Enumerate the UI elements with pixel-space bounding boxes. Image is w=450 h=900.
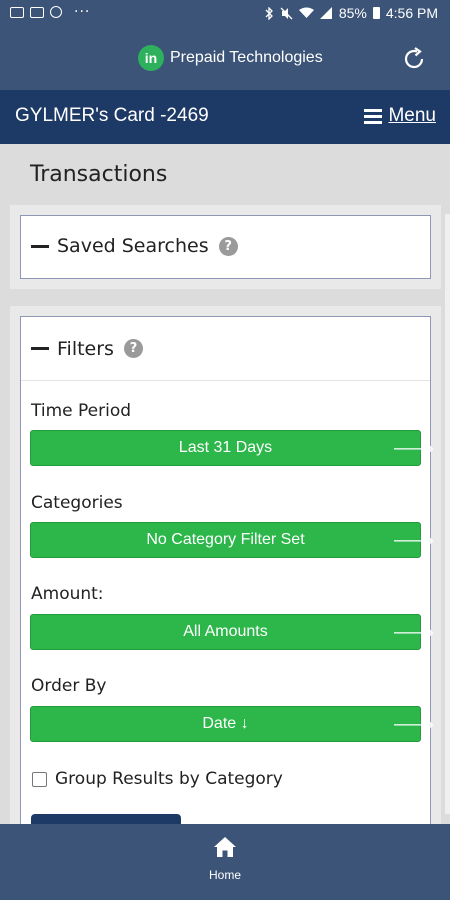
help-icon[interactable]: ? — [123, 339, 143, 358]
wifi-icon — [298, 7, 314, 18]
battery-percent: 85% — [338, 5, 367, 21]
filters-section: Filters ? Time Period Last 31 Days 🡒 Cat… — [10, 306, 441, 824]
saved-searches-panel: Saved Searches ? — [20, 215, 431, 279]
categories-value: No Category Filter Set — [146, 531, 305, 548]
help-icon[interactable]: ? — [218, 236, 238, 256]
group-results-label: Group Results by Category — [55, 769, 283, 789]
amount-value: All Amounts — [183, 623, 268, 640]
amount-button[interactable]: All Amounts 🡒 — [30, 614, 435, 650]
arrow-right-icon: 🡒 — [392, 624, 435, 642]
collapse-icon — [31, 244, 49, 248]
system-icons: 85% 4:56 PM — [265, 5, 438, 21]
refresh-icon[interactable] — [400, 45, 428, 73]
arrow-right-icon: 🡒 — [392, 440, 435, 458]
scroll-indicator — [445, 214, 450, 814]
bluetooth-icon — [265, 6, 273, 20]
filters-toggle[interactable]: Filters ? — [21, 317, 430, 380]
bottom-nav: Home — [0, 824, 450, 900]
menu-button[interactable]: Menu — [364, 105, 436, 127]
categories-label: Categories — [31, 493, 123, 513]
card-bar: GYLMER's Card -2469 Menu — [0, 90, 450, 144]
order-by-button[interactable]: Date ↓ 🡒 — [30, 706, 435, 742]
filters-panel: Filters ? Time Period Last 31 Days 🡒 Cat… — [20, 316, 435, 824]
arrow-right-icon: 🡒 — [392, 716, 435, 734]
time-period-label: Time Period — [31, 401, 132, 421]
page-title: Transactions — [30, 162, 168, 187]
signal-icon — [319, 7, 332, 19]
nav-home[interactable]: Home — [195, 836, 255, 882]
saved-searches-heading: Saved Searches — [57, 235, 209, 257]
home-icon — [214, 837, 236, 857]
order-by-value: Date ↓ — [202, 715, 249, 732]
saved-searches-toggle[interactable]: Saved Searches ? — [21, 216, 430, 276]
group-results-row[interactable]: Group Results by Category — [32, 769, 283, 789]
mute-icon — [280, 7, 293, 19]
brand-logo: in — [138, 45, 164, 71]
main-content: Transactions Saved Searches ? Filters ? … — [0, 144, 450, 824]
collapse-icon — [31, 347, 49, 350]
card-title: GYLMER's Card -2469 — [15, 105, 209, 126]
image-icon — [10, 6, 24, 18]
battery-icon — [372, 7, 380, 19]
brand: in Prepaid Technologies — [138, 45, 323, 71]
notification-icons: ··· — [10, 4, 91, 20]
group-results-checkbox[interactable] — [32, 771, 47, 787]
status-bar: ··· 85% 4:56 PM — [0, 0, 450, 28]
saved-searches-section: Saved Searches ? — [10, 205, 441, 289]
clock: 4:56 PM — [385, 5, 438, 21]
order-by-label: Order By — [31, 676, 107, 696]
brand-name: Prepaid Technologies — [170, 49, 323, 66]
arrow-right-icon: 🡒 — [392, 532, 435, 550]
overflow-dots: ··· — [74, 4, 91, 20]
hamburger-icon — [364, 108, 383, 124]
chat-icon — [50, 6, 62, 18]
filters-heading: Filters — [57, 337, 114, 360]
app-header: in Prepaid Technologies — [0, 28, 450, 90]
categories-button[interactable]: No Category Filter Set 🡒 — [30, 522, 435, 558]
home-label: Home — [208, 868, 241, 882]
message-icon — [30, 6, 44, 18]
time-period-button[interactable]: Last 31 Days 🡒 — [30, 430, 435, 466]
search-button[interactable] — [31, 814, 181, 824]
divider — [21, 380, 430, 381]
time-period-value: Last 31 Days — [178, 439, 273, 456]
amount-label: Amount: — [31, 584, 104, 604]
menu-label: Menu — [388, 105, 436, 126]
